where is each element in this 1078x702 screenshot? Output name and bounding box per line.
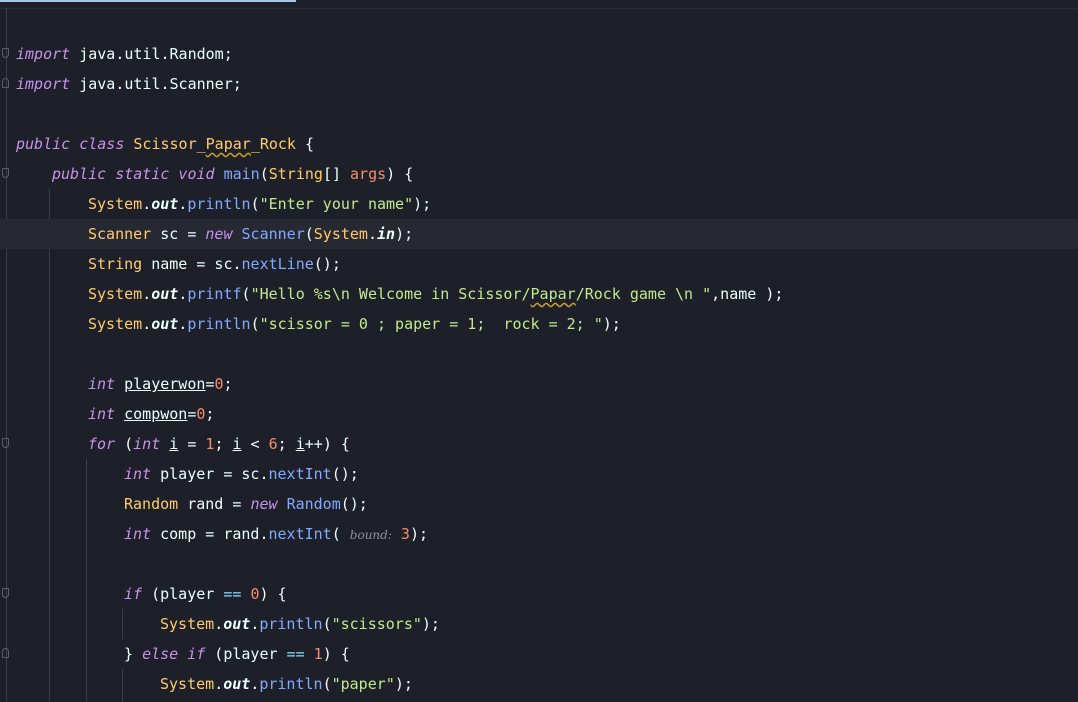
parameter-hint: bound: [349, 528, 392, 542]
fold-end-marker-icon[interactable] [2, 648, 9, 658]
code-line-22[interactable]: System.out.println("paper"); [0, 669, 1078, 699]
code-line-2[interactable]: import java.util.Scanner; [0, 69, 1078, 99]
code-line-7-current[interactable]: Scanner sc = new Scanner(System.in); [0, 219, 1078, 249]
code-line-3[interactable] [0, 99, 1078, 129]
fold-marker-icon[interactable] [2, 588, 9, 598]
code-line-17[interactable]: int comp = rand.nextInt( bound: 3); [0, 519, 1078, 549]
code-lines: import java.util.Random; import java.uti… [0, 39, 1078, 699]
code-editor[interactable]: import java.util.Random; import java.uti… [0, 0, 1078, 702]
code-line-14[interactable]: for (int i = 1; i < 6; i++) { [0, 429, 1078, 459]
fold-marker-icon[interactable] [2, 168, 9, 178]
code-line-4[interactable]: public class Scissor_Papar_Rock { [0, 129, 1078, 159]
code-line-6[interactable]: System.out.println("Enter your name"); [0, 189, 1078, 219]
code-line-15[interactable]: int player = sc.nextInt(); [0, 459, 1078, 489]
code-line-10[interactable]: System.out.println("scissor = 0 ; paper … [0, 309, 1078, 339]
fold-marker-icon[interactable] [2, 48, 9, 58]
code-line-1[interactable]: import java.util.Random; [0, 39, 1078, 69]
code-line-21[interactable]: } else if (player == 1) { [0, 639, 1078, 669]
code-line-19[interactable]: if (player == 0) { [0, 579, 1078, 609]
code-line-13[interactable]: int compwon=0; [0, 399, 1078, 429]
fold-end-marker-icon[interactable] [2, 78, 9, 88]
code-line-9[interactable]: System.out.printf("Hello %s\n Welcome in… [0, 279, 1078, 309]
code-line-20[interactable]: System.out.println("scissors"); [0, 609, 1078, 639]
code-line-12[interactable]: int playerwon=0; [0, 369, 1078, 399]
code-line-11[interactable] [0, 339, 1078, 369]
code-line-5[interactable]: public static void main(String[] args) { [0, 159, 1078, 189]
fold-marker-icon[interactable] [2, 438, 9, 448]
code-line-16[interactable]: Random rand = new Random(); [0, 489, 1078, 519]
typo-warning: Papar [205, 135, 251, 153]
code-line-8[interactable]: String name = sc.nextLine(); [0, 249, 1078, 279]
typo-warning: Papar [530, 285, 576, 303]
editor-top-strip [0, 2, 1078, 9]
code-line-18[interactable] [0, 549, 1078, 579]
